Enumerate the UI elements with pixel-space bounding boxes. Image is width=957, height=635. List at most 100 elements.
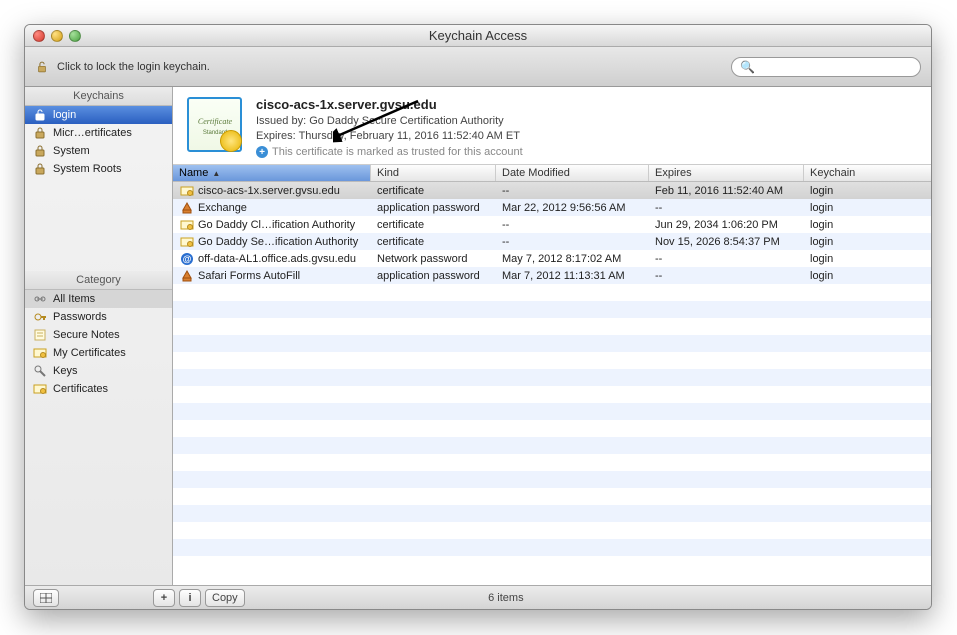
table-row[interactable]: Safari Forms AutoFill application passwor… (173, 267, 931, 284)
certificate-icon: CertificateStandard (187, 97, 242, 152)
column-header-date-modified[interactable]: Date Modified (496, 165, 649, 181)
grid-icon (40, 593, 52, 603)
passwords-icon (33, 310, 47, 324)
copy-button[interactable]: Copy (205, 589, 245, 607)
cell-expires: -- (649, 267, 804, 284)
search-icon: 🔍 (740, 60, 755, 74)
table-row[interactable]: Go Daddy Cl…ification Authoritycertifica… (173, 216, 931, 233)
my-certificates-icon (33, 346, 47, 360)
cell-date-modified: Mar 22, 2012 9:56:56 AM (496, 199, 649, 216)
table-row (173, 539, 931, 556)
titlebar[interactable]: Keychain Access (25, 25, 931, 47)
cell-keychain: login (804, 250, 931, 267)
sidebar-category-item[interactable]: Secure Notes (25, 326, 172, 344)
lock-keychain-control[interactable]: Click to lock the login keychain. (35, 60, 210, 74)
sidebar-keychain-item[interactable]: login (25, 106, 172, 124)
application-icon (179, 268, 194, 283)
sidebar-category-item[interactable]: My Certificates (25, 344, 172, 362)
add-item-button[interactable]: + (153, 589, 175, 607)
lock-keychain-label: Click to lock the login keychain. (57, 61, 210, 73)
table-row (173, 420, 931, 437)
cell-date-modified: -- (496, 182, 649, 199)
cell-kind: certificate (371, 216, 496, 233)
table-row[interactable]: Exchangeapplication passwordMar 22, 2012… (173, 199, 931, 216)
cell-expires: Feb 11, 2016 11:52:40 AM (649, 182, 804, 199)
detail-item-name: cisco-acs-1x.server.gvsu.edu (256, 97, 523, 112)
sidebar-item-label: Secure Notes (53, 329, 120, 341)
cell-kind: application password (371, 199, 496, 216)
toolbar: Click to lock the login keychain. 🔍 (25, 47, 931, 87)
sidebar-item-label: All Items (53, 293, 95, 305)
table-header[interactable]: Name Kind Date Modified Expires Keychain (173, 165, 931, 182)
all-items-icon (33, 292, 47, 306)
show-items-button[interactable] (33, 589, 59, 607)
keychains-header: Keychains (25, 87, 172, 106)
at-icon: @ (179, 251, 194, 266)
table-row[interactable]: cisco-acs-1x.server.gvsu.edu certificate-… (173, 182, 931, 199)
cell-keychain: login (804, 199, 931, 216)
cell-keychain: login (804, 267, 931, 284)
locked-padlock-icon (33, 162, 47, 176)
sidebar-item-label: Micr…ertificates (53, 127, 132, 139)
cell-kind: application password (371, 267, 496, 284)
table-row (173, 437, 931, 454)
sidebar-category-item[interactable]: Passwords (25, 308, 172, 326)
certificate-row-icon (179, 183, 194, 198)
cell-name: Safari Forms AutoFill (198, 270, 300, 282)
table-row (173, 335, 931, 352)
locked-padlock-icon (33, 144, 47, 158)
svg-text:Certificate: Certificate (197, 117, 232, 126)
sidebar-item-label: Passwords (53, 311, 107, 323)
unlocked-padlock-icon (33, 108, 47, 122)
cell-keychain: login (804, 233, 931, 250)
items-table: Name Kind Date Modified Expires Keychain… (173, 165, 931, 585)
table-row (173, 301, 931, 318)
cell-keychain: login (804, 216, 931, 233)
trust-plus-icon: + (256, 146, 268, 158)
keychain-access-window: Keychain Access Click to lock the login … (24, 24, 932, 610)
svg-text:@: @ (182, 254, 191, 264)
sidebar: Keychains login Micr…ertificates System Sys… (25, 87, 173, 585)
column-header-keychain[interactable]: Keychain (804, 165, 931, 181)
column-header-kind[interactable]: Kind (371, 165, 496, 181)
search-field[interactable]: 🔍 (731, 57, 921, 77)
cell-expires: -- (649, 199, 804, 216)
sidebar-category-item[interactable]: Keys (25, 362, 172, 380)
cell-keychain: login (804, 182, 931, 199)
cell-kind: certificate (371, 182, 496, 199)
sidebar-item-label: login (53, 109, 76, 121)
cell-date-modified: Mar 7, 2012 11:13:31 AM (496, 267, 649, 284)
locked-padlock-icon (33, 126, 47, 140)
sidebar-category-item[interactable]: All Items (25, 290, 172, 308)
detail-expires: Expires: Thursday, February 11, 2016 11:… (256, 129, 523, 144)
cell-kind: certificate (371, 233, 496, 250)
cell-name: Go Daddy Se…ification Authority (198, 236, 358, 248)
cell-date-modified: -- (496, 216, 649, 233)
sidebar-keychain-item[interactable]: System Roots (25, 160, 172, 178)
search-input[interactable] (755, 61, 912, 73)
column-header-name[interactable]: Name (173, 165, 371, 181)
table-row (173, 403, 931, 420)
detail-issued-by: Issued by: Go Daddy Secure Certification… (256, 114, 523, 129)
table-row[interactable]: @ off-data-AL1.office.ads.gvsu.edu Network… (173, 250, 931, 267)
table-row[interactable]: Go Daddy Se…ification Authority certifica… (173, 233, 931, 250)
table-row (173, 284, 931, 301)
column-header-expires[interactable]: Expires (649, 165, 804, 181)
sidebar-item-label: System Roots (53, 163, 121, 175)
cell-name: cisco-acs-1x.server.gvsu.edu (198, 185, 340, 197)
cell-name: off-data-AL1.office.ads.gvsu.edu (198, 253, 356, 265)
info-button[interactable]: i (179, 589, 201, 607)
certificate-row-icon (179, 217, 194, 232)
sidebar-category-item[interactable]: Certificates (25, 380, 172, 398)
sidebar-item-label: System (53, 145, 90, 157)
item-count-label: 6 items (249, 592, 763, 604)
cell-kind: Network password (371, 250, 496, 267)
sidebar-keychain-item[interactable]: Micr…ertificates (25, 124, 172, 142)
sidebar-keychain-item[interactable]: System (25, 142, 172, 160)
table-row (173, 471, 931, 488)
certificates-icon (33, 382, 47, 396)
cell-expires: -- (649, 250, 804, 267)
window-title: Keychain Access (25, 28, 931, 43)
detail-trust-status: This certificate is marked as trusted fo… (272, 146, 523, 158)
cell-expires: Jun 29, 2034 1:06:20 PM (649, 216, 804, 233)
